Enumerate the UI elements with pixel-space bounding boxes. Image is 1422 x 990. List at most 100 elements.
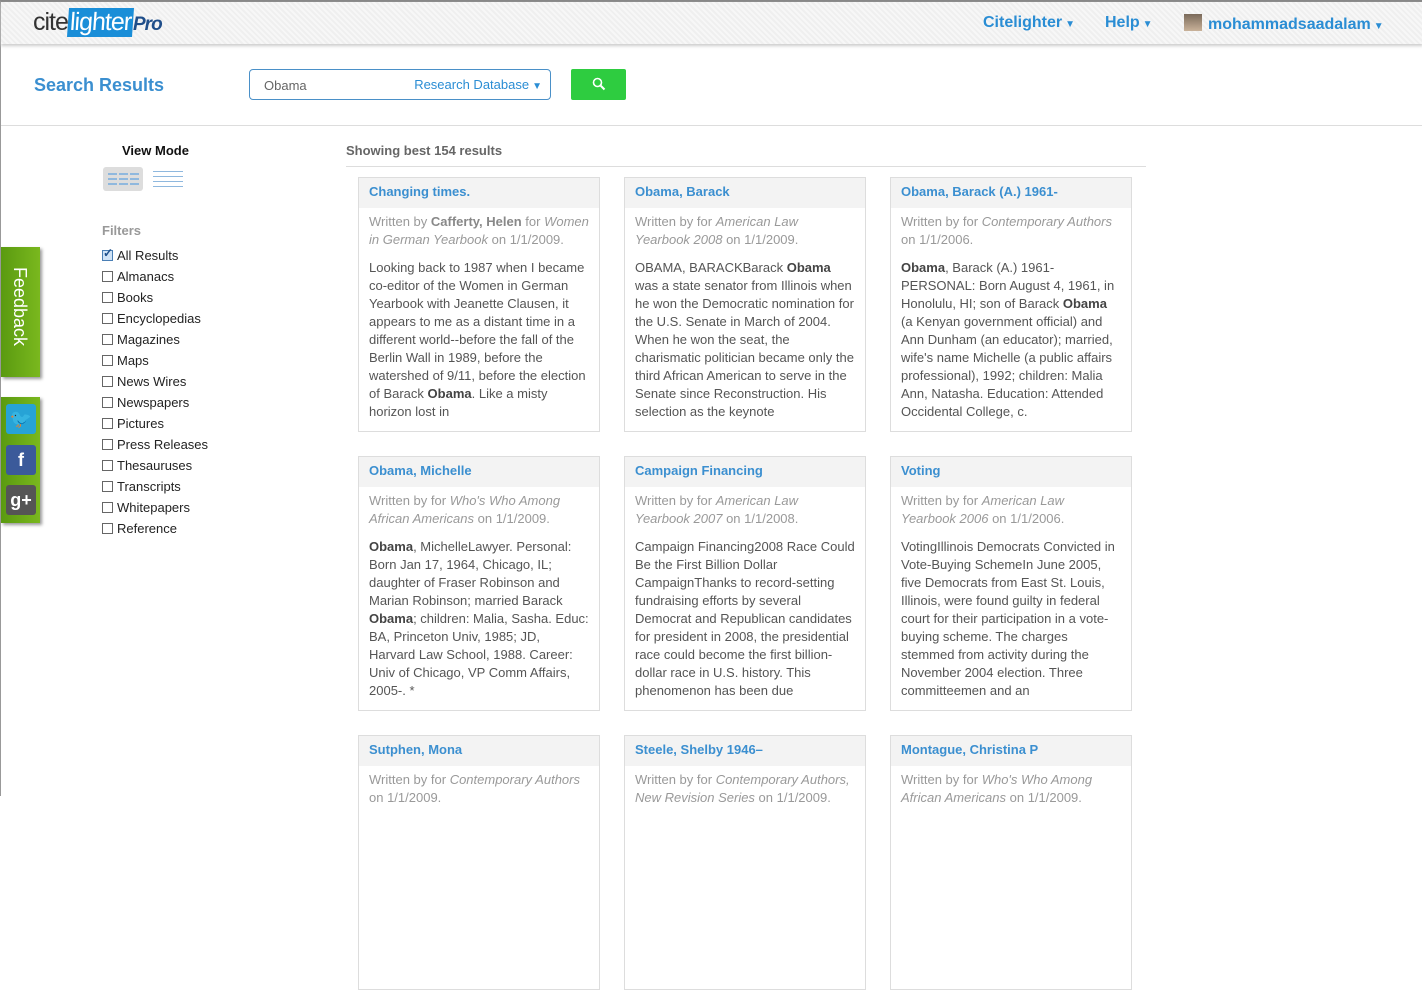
source: Contemporary Authors [981, 214, 1112, 229]
checkbox[interactable] [102, 523, 113, 534]
search-bar: Search Results Research Database▼ [1, 44, 1422, 126]
result-meta: Written by for American Law Yearbook 200… [635, 493, 799, 526]
checkbox[interactable] [102, 376, 113, 387]
author: Cafferty, Helen [430, 214, 522, 229]
result-meta: Written by Cafferty, Helen for Women in … [369, 214, 589, 247]
checkbox[interactable] [102, 481, 113, 492]
twitter-icon[interactable]: 🐦 [6, 404, 36, 434]
date: 1/1/2006. [1010, 511, 1065, 526]
date: 1/1/2009. [744, 232, 799, 247]
search-button[interactable] [571, 69, 626, 100]
filter-thesauruses[interactable]: Thesauruses [102, 455, 208, 476]
checkbox[interactable] [102, 271, 113, 282]
excerpt-text: Obama [369, 539, 414, 554]
grid-view-button[interactable] [103, 167, 143, 191]
result-meta: Written by for Contemporary Authors, New… [635, 772, 850, 805]
list-view-button[interactable] [153, 171, 183, 187]
checkbox[interactable] [102, 460, 113, 471]
feedback-tab[interactable]: Feedback [1, 247, 40, 377]
result-card: Campaign Financing Written by for America… [624, 456, 866, 711]
divider [346, 166, 1146, 167]
result-title-link[interactable]: Changing times. [359, 178, 599, 208]
date: 1/1/2009. [495, 511, 550, 526]
citelighter-logo[interactable]: citelighterPro [33, 8, 163, 37]
result-excerpt: Obama, MichelleLawyer. Personal: Born Ja… [359, 528, 599, 700]
result-excerpt [359, 807, 599, 817]
filter-reference[interactable]: Reference [102, 518, 208, 539]
source: Contemporary Authors [449, 772, 580, 787]
result-meta: Written by for American Law Yearbook 200… [901, 493, 1065, 526]
excerpt-text: Obama [786, 260, 831, 275]
caret-down-icon: ▼ [532, 81, 542, 92]
filter-almanacs[interactable]: Almanacs [102, 266, 208, 287]
checkbox[interactable] [102, 313, 113, 324]
checkbox[interactable] [102, 246, 113, 261]
result-title-link[interactable]: Obama, Michelle [359, 457, 599, 487]
help-menu[interactable]: Help ▼ [1105, 14, 1153, 32]
filter-encyclopedias[interactable]: Encyclopedias [102, 308, 208, 329]
filter-pictures[interactable]: Pictures [102, 413, 208, 434]
checkbox[interactable] [102, 418, 113, 429]
result-card: Montague, Christina P Written by for Who'… [890, 735, 1132, 990]
social-share-bar: 🐦 f g+ [1, 397, 40, 523]
checkbox[interactable] [102, 292, 113, 303]
result-card: Sutphen, Mona Written by for Contemporary… [358, 735, 600, 990]
filter-transcripts[interactable]: Transcripts [102, 476, 208, 497]
caret-down-icon: ▼ [1373, 21, 1384, 32]
result-excerpt: Looking back to 1987 when I became co-ed… [359, 249, 599, 421]
excerpt-text: Obama [1062, 296, 1107, 311]
result-meta: Written by for Contemporary Authors on 1… [369, 772, 580, 805]
result-title-link[interactable]: Sutphen, Mona [359, 736, 599, 766]
filter-press-releases[interactable]: Press Releases [102, 434, 208, 455]
caret-down-icon: ▼ [1142, 19, 1153, 30]
result-title-link[interactable]: Voting [891, 457, 1131, 487]
checkbox[interactable] [102, 397, 113, 408]
checkbox[interactable] [102, 334, 113, 345]
checkbox[interactable] [102, 355, 113, 366]
result-excerpt: OBAMA, BARACKBarack Obama was a state se… [625, 249, 865, 421]
result-card: Obama, Barack (A.) 1961- Written by for C… [890, 177, 1132, 432]
excerpt-text: VotingIllinois Democrats Convicted in Vo… [901, 539, 1115, 698]
filter-maps[interactable]: Maps [102, 350, 208, 371]
result-excerpt [625, 807, 865, 817]
result-card: Obama, Barack Written by for American Law… [624, 177, 866, 432]
result-title-link[interactable]: Campaign Financing [625, 457, 865, 487]
date: 1/1/2009. [776, 790, 831, 805]
excerpt-text: Obama [901, 260, 946, 275]
result-title-link[interactable]: Obama, Barack (A.) 1961- [891, 178, 1131, 208]
google-plus-icon[interactable]: g+ [6, 485, 36, 515]
result-excerpt: VotingIllinois Democrats Convicted in Vo… [891, 528, 1131, 700]
excerpt-text: Obama [427, 386, 472, 401]
result-meta: Written by for Who's Who Among African A… [369, 493, 561, 526]
filter-list: All ResultsAlmanacsBooksEncyclopediasMag… [102, 245, 208, 539]
result-card: Steele, Shelby 1946– Written by for Conte… [624, 735, 866, 990]
excerpt-text: OBAMA, BARACKBarack [635, 260, 787, 275]
filter-all-results[interactable]: All Results [102, 245, 208, 266]
date: 1/1/2006. [919, 232, 974, 247]
date: 1/1/2009. [1027, 790, 1082, 805]
excerpt-text: Looking back to 1987 when I became co-ed… [369, 260, 586, 401]
result-title-link[interactable]: Montague, Christina P [891, 736, 1131, 766]
database-dropdown[interactable]: Research Database ▼ [414, 77, 542, 92]
user-menu[interactable]: mohammadsaadalam ▼ [1184, 14, 1384, 34]
facebook-icon[interactable]: f [6, 445, 36, 475]
filter-newspapers[interactable]: Newspapers [102, 392, 208, 413]
result-title-link[interactable]: Steele, Shelby 1946– [625, 736, 865, 766]
filter-books[interactable]: Books [102, 287, 208, 308]
excerpt-text: (a Kenyan government official) and Ann D… [901, 314, 1113, 419]
result-meta: Written by for American Law Yearbook 200… [635, 214, 799, 247]
result-meta: Written by for Who's Who Among African A… [901, 772, 1093, 805]
checkbox[interactable] [102, 502, 113, 513]
page-title: Search Results [34, 75, 165, 95]
filter-news-wires[interactable]: News Wires [102, 371, 208, 392]
checkbox[interactable] [102, 439, 113, 450]
citelighter-menu[interactable]: Citelighter ▼ [983, 14, 1075, 32]
search-input[interactable] [264, 78, 404, 93]
result-title-link[interactable]: Obama, Barack [625, 178, 865, 208]
excerpt-text: Campaign Financing2008 Race Could Be the… [635, 539, 855, 698]
result-excerpt: Campaign Financing2008 Race Could Be the… [625, 528, 865, 700]
filter-magazines[interactable]: Magazines [102, 329, 208, 350]
caret-down-icon: ▼ [1065, 19, 1076, 30]
filter-whitepapers[interactable]: Whitepapers [102, 497, 208, 518]
result-card: Obama, Michelle Written by for Who's Who … [358, 456, 600, 711]
